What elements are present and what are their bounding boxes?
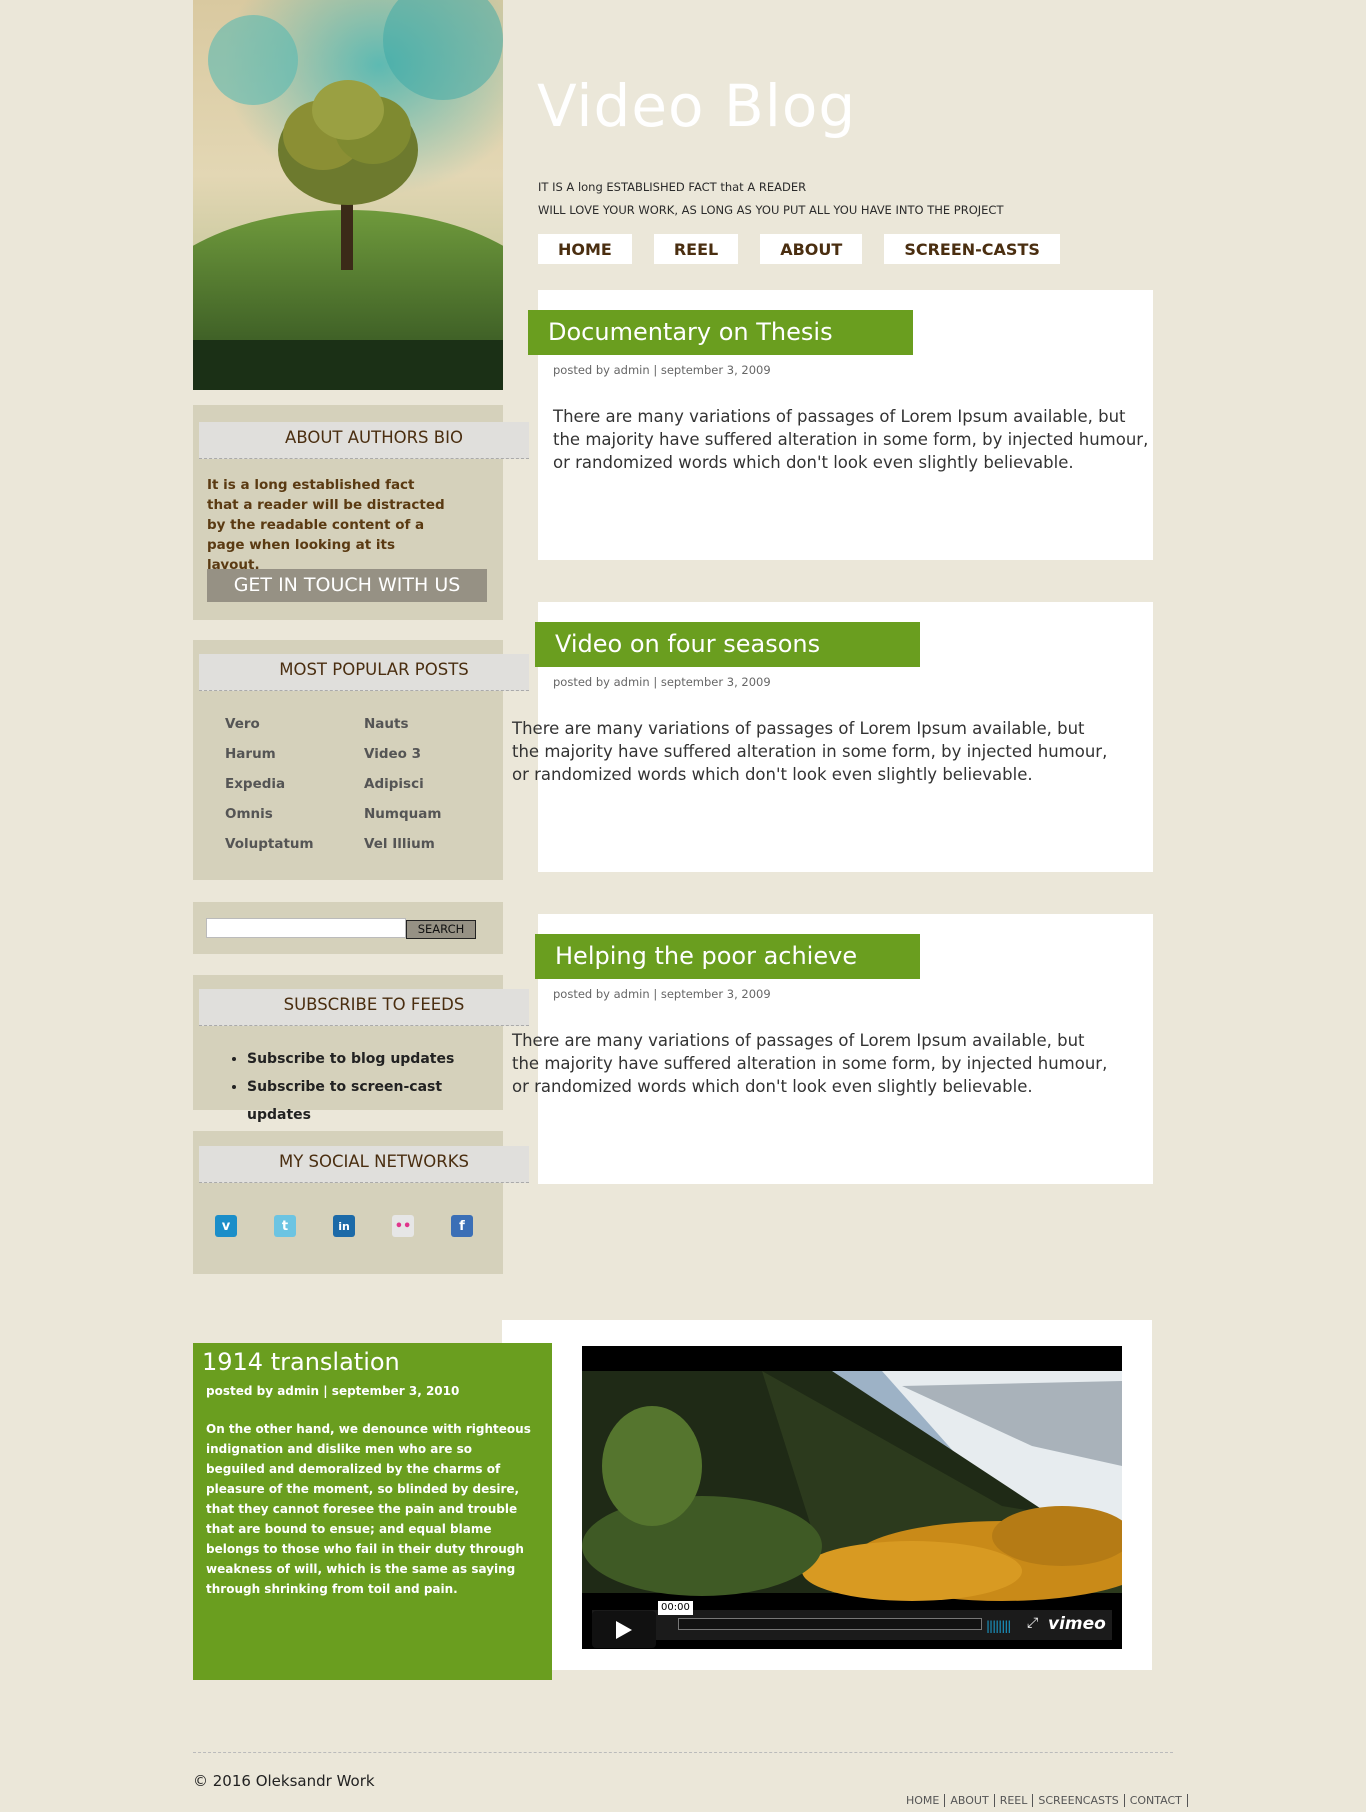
facebook-icon[interactable]: f: [451, 1215, 473, 1237]
nav-home[interactable]: HOME: [538, 234, 632, 264]
subscribe-widget: SUBSCRIBE TO FEEDS Subscribe to blog upd…: [193, 975, 529, 1123]
nav-about[interactable]: ABOUT: [760, 234, 863, 264]
popular-posts-widget: MOST POPULAR POSTS Vero Nauts Harum Vide…: [193, 640, 529, 880]
vimeo-logo[interactable]: vimeo: [1048, 1614, 1106, 1634]
header-illustration: [193, 0, 503, 390]
post-card: Documentary on Thesis posted by admin | …: [528, 290, 1153, 560]
post-card: Video on four seasons posted by admin | …: [512, 602, 1153, 872]
post-meta: posted by admin | september 3, 2009: [553, 675, 771, 689]
subscribe-blog-link[interactable]: Subscribe to blog updates: [247, 1045, 503, 1073]
subscribe-screencast-link[interactable]: Subscribe to screen-cast updates: [247, 1073, 503, 1129]
popular-heading: MOST POPULAR POSTS: [199, 654, 529, 691]
footer-link-home[interactable]: HOME: [906, 1794, 946, 1807]
social-widget: MY SOCIAL NETWORKS v t in •• f: [193, 1131, 529, 1274]
nav-screencasts[interactable]: SCREEN-CASTS: [884, 234, 1060, 264]
featured-post-text: On the other hand, we denounce with righ…: [206, 1422, 531, 1596]
linkedin-icon[interactable]: in: [333, 1215, 355, 1237]
featured-post-meta: posted by admin | september 3, 2010: [206, 1384, 460, 1398]
post-body: There are many variations of passages of…: [553, 407, 1149, 472]
footer-link-about[interactable]: ABOUT: [945, 1794, 995, 1807]
footer-nav: HOME ABOUT REEL SCREENCASTS CONTACT: [906, 1794, 1188, 1807]
social-heading: MY SOCIAL NETWORKS: [199, 1146, 529, 1183]
featured-post-title[interactable]: 1914 translation: [202, 1348, 400, 1376]
footer-divider: [193, 1752, 1173, 1753]
popular-post-link[interactable]: Adipisci: [364, 773, 484, 795]
featured-post-info: 1914 translation posted by admin | septe…: [193, 1343, 552, 1680]
volume-icon[interactable]: ||||||||: [986, 1619, 1011, 1633]
popular-post-link[interactable]: Harum: [225, 743, 364, 765]
post-meta: posted by admin | september 3, 2009: [553, 987, 771, 1001]
popular-post-link[interactable]: Nauts: [364, 713, 484, 735]
tagline-line-2: WILL LOVE YOUR WORK, AS LONG AS YOU PUT …: [538, 203, 1004, 217]
fullscreen-icon[interactable]: ⤢: [1027, 1615, 1038, 1631]
post-body: There are many variations of passages of…: [512, 1031, 1108, 1096]
popular-post-link[interactable]: Expedia: [225, 773, 364, 795]
site-title: Video Blog: [537, 72, 857, 140]
popular-post-link[interactable]: Omnis: [225, 803, 364, 825]
post-title[interactable]: Video on four seasons: [535, 622, 920, 667]
popular-posts-list: Vero Nauts Harum Video 3 Expedia Adipisc…: [225, 713, 484, 855]
flickr-icon[interactable]: ••: [392, 1215, 414, 1237]
video-time: 00:00: [658, 1601, 693, 1615]
video-scrubber[interactable]: [678, 1618, 982, 1630]
post-meta: posted by admin | september 3, 2009: [553, 363, 771, 377]
post-card: Helping the poor achieve posted by admin…: [512, 914, 1153, 1184]
post-body: There are many variations of passages of…: [512, 719, 1108, 784]
search-button[interactable]: SEARCH: [406, 920, 476, 939]
footer-link-screencasts[interactable]: SCREENCASTS: [1033, 1794, 1125, 1807]
video-player[interactable]: 00:00 |||||||| ⤢ vimeo: [582, 1346, 1122, 1649]
play-button[interactable]: [592, 1611, 656, 1648]
about-heading: ABOUT AUTHORS BIO: [199, 422, 529, 459]
about-text: It is a long established fact that a rea…: [207, 477, 445, 573]
vimeo-icon[interactable]: v: [215, 1215, 237, 1237]
social-icons: v t in •• f: [215, 1215, 473, 1237]
footer-link-reel[interactable]: REEL: [995, 1794, 1034, 1807]
main-nav: HOME REEL ABOUT SCREEN-CASTS: [538, 234, 1060, 264]
about-widget: ABOUT AUTHORS BIO It is a long establish…: [193, 405, 529, 620]
search-input[interactable]: [206, 918, 406, 938]
popular-post-link[interactable]: Vero: [225, 713, 364, 735]
subscribe-heading: SUBSCRIBE TO FEEDS: [199, 989, 529, 1026]
post-title[interactable]: Helping the poor achieve: [535, 934, 920, 979]
nav-reel[interactable]: REEL: [653, 234, 739, 264]
popular-post-link[interactable]: Video 3: [364, 743, 484, 765]
site-tagline: IT IS A long ESTABLISHED FACT that A REA…: [538, 176, 1004, 222]
popular-post-link[interactable]: Voluptatum: [225, 833, 364, 855]
post-title[interactable]: Documentary on Thesis: [528, 310, 913, 355]
play-icon: [616, 1620, 632, 1639]
copyright: © 2016 Oleksandr Work: [193, 1772, 375, 1790]
popular-post-link[interactable]: Vel Illium: [364, 833, 484, 855]
twitter-icon[interactable]: t: [274, 1215, 296, 1237]
footer-link-contact[interactable]: CONTACT: [1125, 1794, 1188, 1807]
contact-button[interactable]: GET IN TOUCH WITH US: [207, 569, 487, 602]
search-widget: SEARCH: [193, 902, 503, 954]
tagline-line-1: IT IS A long ESTABLISHED FACT that A REA…: [538, 180, 807, 194]
subscribe-list: Subscribe to blog updates Subscribe to s…: [217, 1045, 503, 1129]
popular-post-link[interactable]: Numquam: [364, 803, 484, 825]
